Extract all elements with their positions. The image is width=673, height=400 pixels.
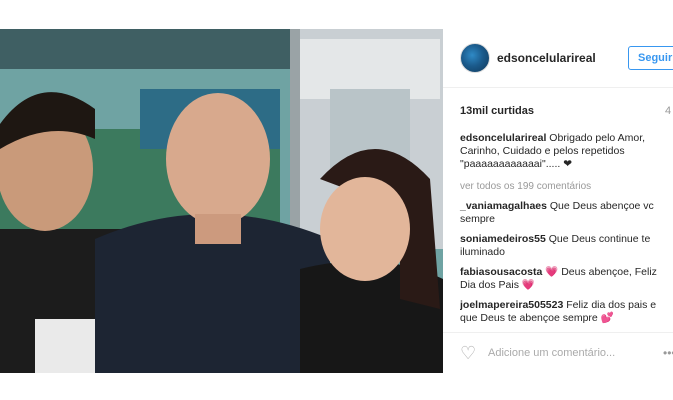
comment-item: fabiasousacosta 💗 Deus abençoe, Feliz Di…	[460, 266, 665, 292]
post-username[interactable]: edsoncelularireal	[497, 51, 596, 65]
post-photo[interactable]	[0, 29, 443, 373]
likes-count[interactable]: 13mil curtidas	[460, 105, 534, 117]
comment-bar: ♡ Adicione um comentário... •••	[443, 332, 673, 374]
comment-username[interactable]: _vaniamagalhaes	[460, 200, 547, 212]
caption-username[interactable]: edsoncelularireal	[460, 132, 546, 144]
photo-illustration	[0, 29, 443, 373]
comment-username[interactable]: soniamedeiros55	[460, 233, 546, 245]
add-comment-input[interactable]: Adicione um comentário...	[488, 347, 615, 359]
comment-item: soniamedeiros55 Que Deus continue te ilu…	[460, 233, 665, 259]
heart-icon[interactable]: ♡	[460, 344, 478, 362]
post-side-panel: edsoncelularireal Seguir 13mil curtidas …	[443, 29, 673, 373]
comment-username[interactable]: joelmapereira505523	[460, 299, 563, 311]
post-time: 4	[665, 105, 672, 117]
avatar[interactable]	[460, 43, 490, 73]
follow-button[interactable]: Seguir	[628, 46, 673, 70]
view-all-comments-link[interactable]: ver todos os 199 comentários	[460, 181, 591, 192]
post-caption: edsoncelularireal Obrigado pelo Amor, Ca…	[460, 132, 660, 171]
post-header: edsoncelularireal Seguir	[443, 29, 673, 88]
comment-item: joelmapereira505523 Feliz dia dos pais e…	[460, 299, 665, 325]
comment-username[interactable]: fabiasousacosta	[460, 266, 542, 278]
more-options-icon[interactable]: •••	[663, 346, 673, 360]
comment-item: _vaniamagalhaes Que Deus abençoe vc semp…	[460, 200, 665, 226]
